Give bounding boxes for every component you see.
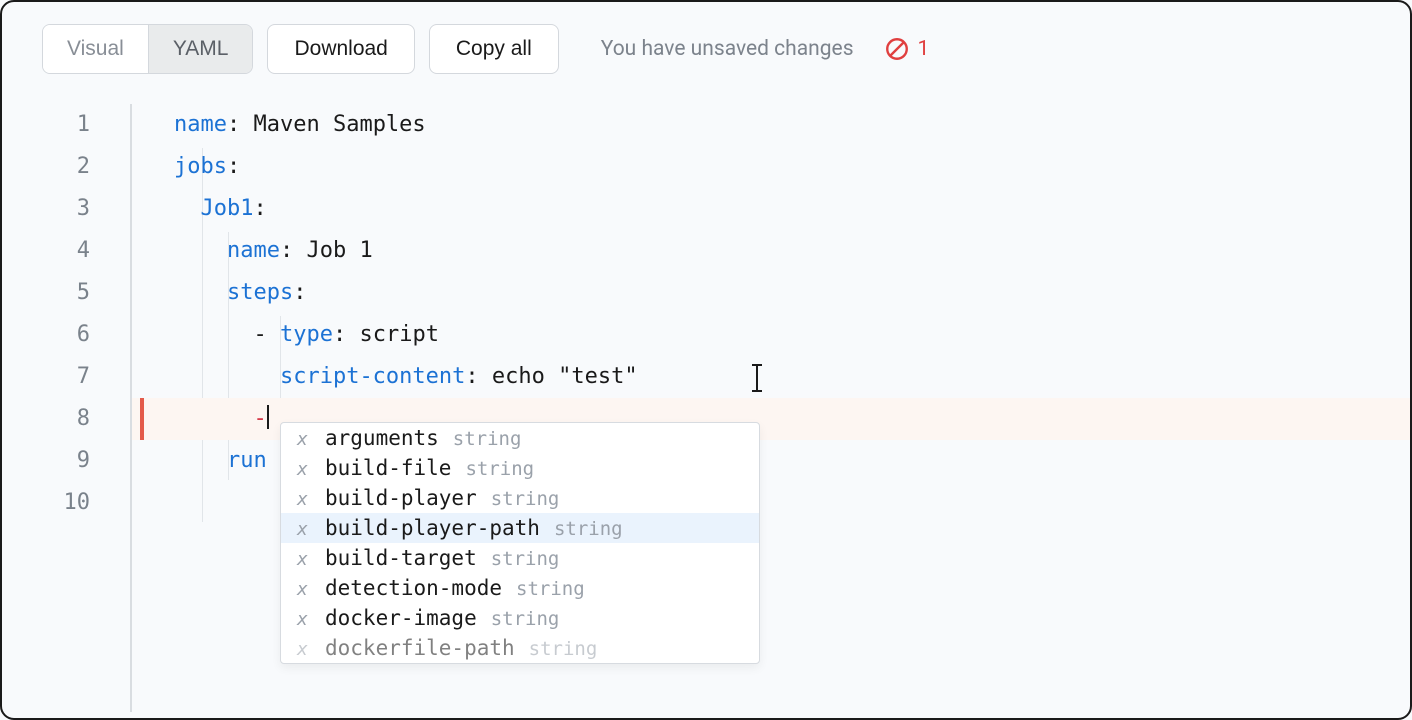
- download-button[interactable]: Download: [267, 24, 414, 74]
- tab-yaml[interactable]: YAML: [148, 25, 253, 73]
- code-editor[interactable]: 1 2 3 4 5 6 7 8 9 10 name: Maven Samples…: [2, 86, 1410, 712]
- line-number: 10: [2, 482, 130, 524]
- line-number: 9: [2, 440, 130, 482]
- unsaved-status: You have unsaved changes: [601, 37, 854, 61]
- forbidden-icon: [884, 36, 910, 62]
- autocomplete-item[interactable]: x arguments string: [281, 423, 759, 453]
- line-number: 7: [2, 356, 130, 398]
- code-line[interactable]: Job1:: [132, 188, 1410, 230]
- toolbar: Visual YAML Download Copy all You have u…: [2, 2, 1410, 86]
- autocomplete-popup[interactable]: xargumentsstringxbuild-filestringxbuild-…: [280, 422, 760, 664]
- line-number: 6: [2, 314, 130, 356]
- property-type-icon: x: [297, 579, 311, 600]
- tab-visual[interactable]: Visual: [43, 25, 148, 73]
- autocomplete-type: string: [453, 428, 522, 450]
- property-type-icon: x: [297, 639, 311, 660]
- autocomplete-name: build-player: [325, 486, 477, 510]
- autocomplete-item[interactable]: x docker-image string: [281, 603, 759, 633]
- autocomplete-name: build-target: [325, 546, 477, 570]
- error-indicator[interactable]: 1: [884, 36, 930, 62]
- caret: [267, 405, 269, 429]
- autocomplete-name: detection-mode: [325, 576, 502, 600]
- autocomplete-name: arguments: [325, 426, 439, 450]
- code-line[interactable]: name: Job 1: [132, 230, 1410, 272]
- autocomplete-name: build-player-path: [325, 516, 540, 540]
- code-line[interactable]: - type: script: [132, 314, 1410, 356]
- property-type-icon: x: [297, 489, 311, 510]
- code-line[interactable]: jobs:: [132, 146, 1410, 188]
- line-number: 5: [2, 272, 130, 314]
- view-tabs: Visual YAML: [42, 24, 253, 74]
- autocomplete-name: build-file: [325, 456, 451, 480]
- autocomplete-item[interactable]: x build-target string: [281, 543, 759, 573]
- error-count: 1: [918, 37, 930, 61]
- autocomplete-name: docker-image: [325, 606, 477, 630]
- line-number: 1: [2, 104, 130, 146]
- code-line[interactable]: name: Maven Samples: [132, 104, 1410, 146]
- error-marker: [140, 398, 144, 440]
- autocomplete-type: string: [529, 638, 598, 660]
- autocomplete-type: string: [491, 608, 560, 630]
- code-line[interactable]: script-content: echo "test": [132, 356, 1410, 398]
- autocomplete-item[interactable]: x build-player-path string: [281, 513, 759, 543]
- autocomplete-item[interactable]: x build-file string: [281, 453, 759, 483]
- autocomplete-type: string: [491, 548, 560, 570]
- line-number: 4: [2, 230, 130, 272]
- line-number: 8: [2, 398, 130, 440]
- line-gutter: 1 2 3 4 5 6 7 8 9 10: [2, 104, 132, 712]
- text-cursor-icon: [748, 364, 766, 392]
- autocomplete-item[interactable]: x detection-mode string: [281, 573, 759, 603]
- copy-all-button[interactable]: Copy all: [429, 24, 559, 74]
- autocomplete-item[interactable]: x build-player string: [281, 483, 759, 513]
- property-type-icon: x: [297, 459, 311, 480]
- code-line[interactable]: steps:: [132, 272, 1410, 314]
- property-type-icon: x: [297, 519, 311, 540]
- autocomplete-item[interactable]: x dockerfile-path string: [281, 633, 759, 663]
- property-type-icon: x: [297, 429, 311, 450]
- property-type-icon: x: [297, 549, 311, 570]
- line-number: 3: [2, 188, 130, 230]
- autocomplete-type: string: [491, 488, 560, 510]
- autocomplete-name: dockerfile-path: [325, 636, 515, 660]
- autocomplete-type: string: [554, 518, 623, 540]
- property-type-icon: x: [297, 609, 311, 630]
- autocomplete-type: string: [465, 458, 534, 480]
- line-number: 2: [2, 146, 130, 188]
- autocomplete-type: string: [516, 578, 585, 600]
